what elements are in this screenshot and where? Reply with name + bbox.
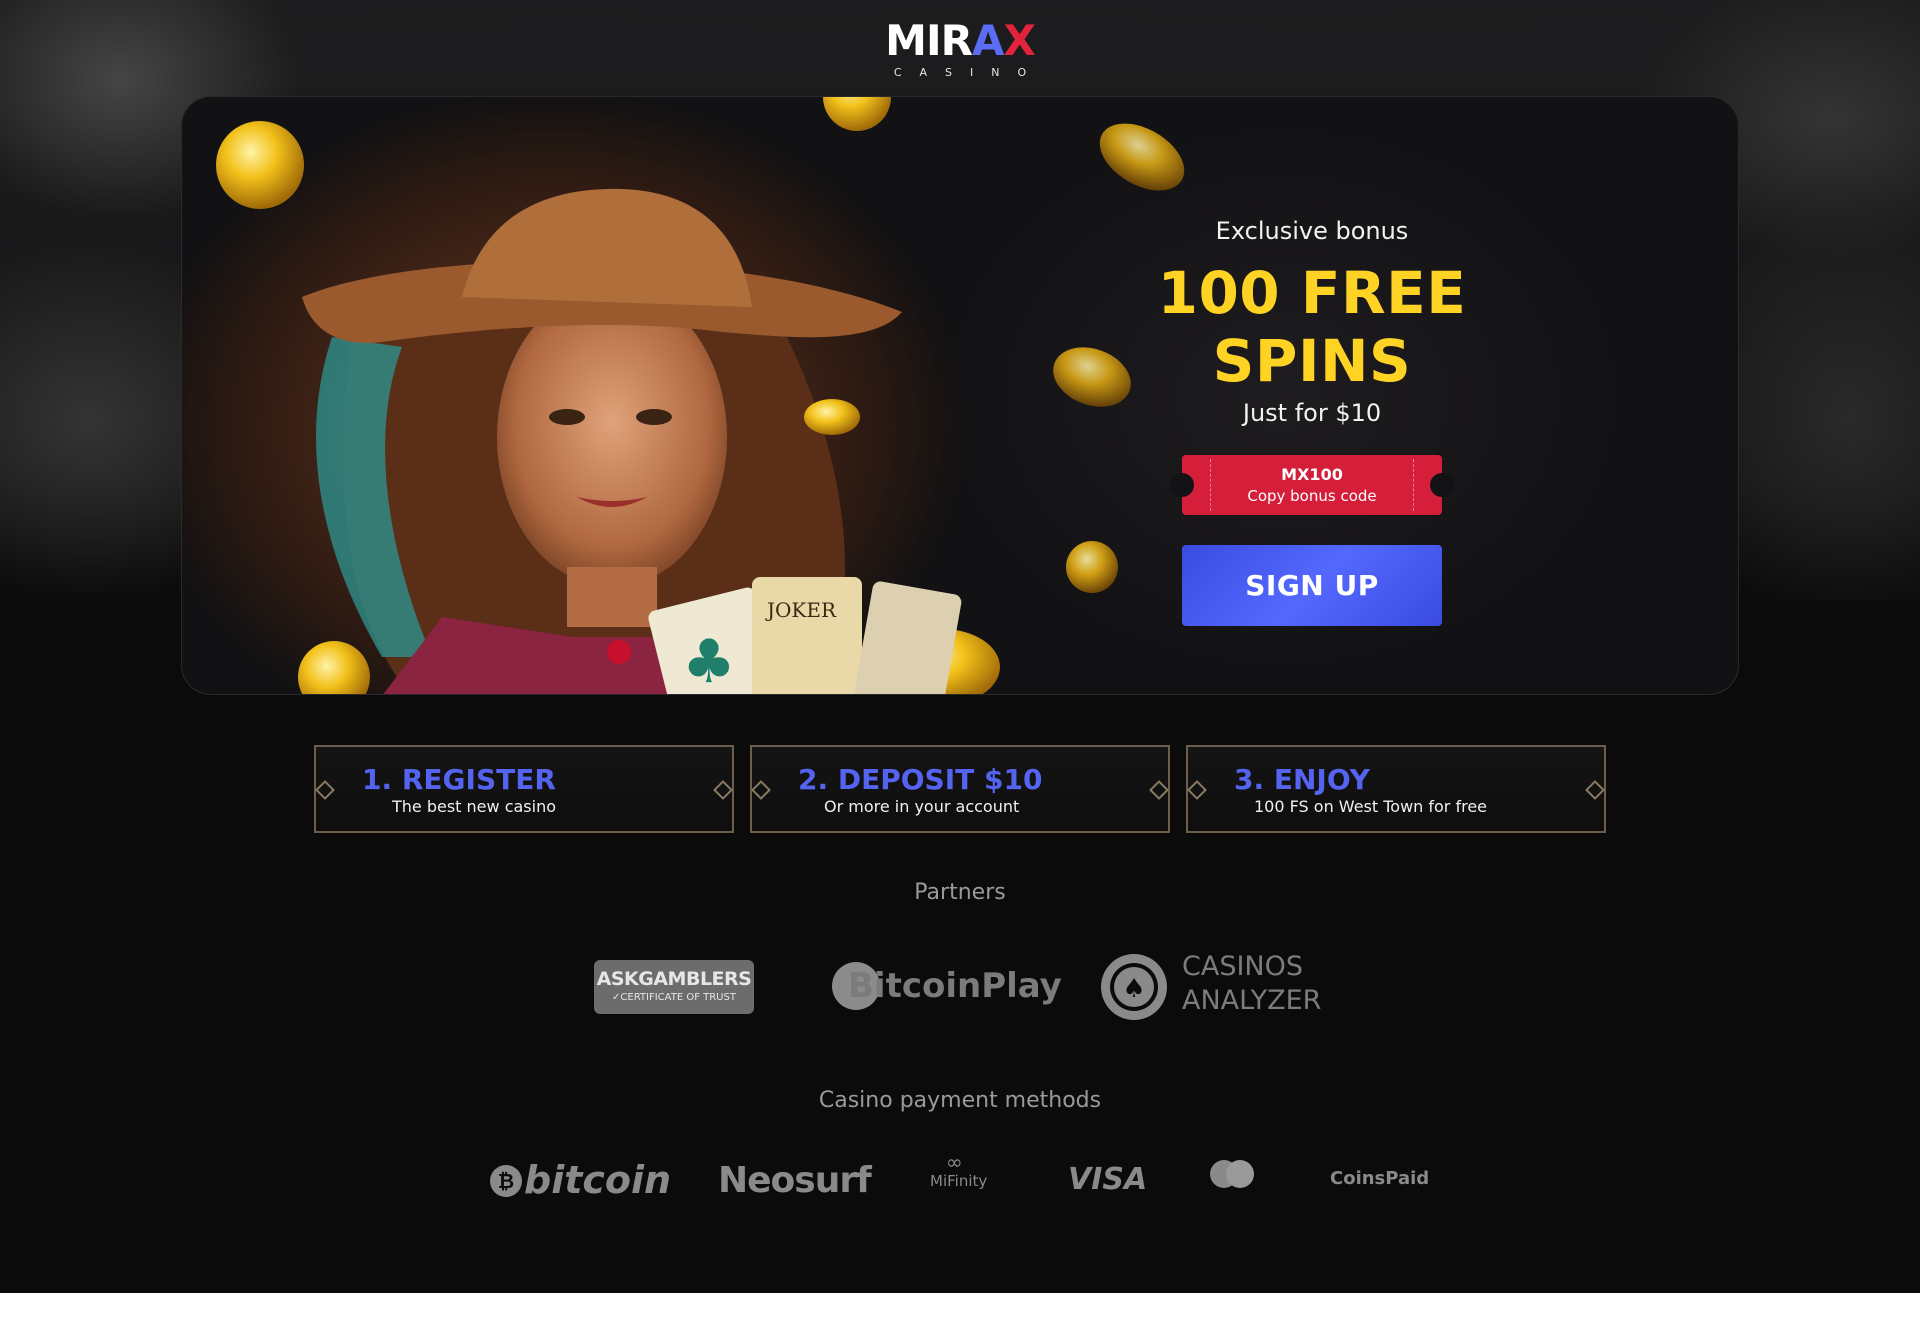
coin-2	[823, 97, 891, 131]
bitcoinplay-name: BitcoinPlay	[848, 966, 1062, 1006]
coin-1	[216, 121, 304, 209]
coin-4	[298, 641, 370, 694]
casinos-analyzer-line2: ANALYZER	[1182, 985, 1322, 1016]
logo-text-mir: MIR	[885, 16, 973, 65]
step-title: 3. ENJOY	[1234, 763, 1370, 796]
step-title: 2. DEPOSIT $10	[798, 763, 1043, 796]
coin-3	[804, 399, 860, 435]
step-register: 1. REGISTER The best new casino	[314, 745, 734, 833]
askgamblers-logo[interactable]: ASKGAMBLERS ✓CERTIFICATE OF TRUST	[594, 960, 754, 1014]
offer-panel: Exclusive bonus 100 FREE SPINS Just for …	[1062, 217, 1562, 626]
askgamblers-subtitle: ✓CERTIFICATE OF TRUST	[612, 992, 736, 1003]
mifinity-logo: MiFinity	[930, 1172, 988, 1190]
payment-methods-heading: Casino payment methods	[818, 1088, 1102, 1113]
payment-logos: ₿ bitcoin Neosurf ∞ MiFinity VISA CoinsPa…	[0, 1150, 1920, 1210]
partners-heading: Partners	[914, 880, 1006, 905]
logo[interactable]: MIRAX CASINO	[0, 16, 1920, 80]
step-description: The best new casino	[392, 797, 557, 816]
offer-kicker: Exclusive bonus	[1215, 217, 1409, 245]
neosurf-logo: Neosurf	[718, 1160, 872, 1201]
logo-text-x: X	[1003, 16, 1035, 65]
poker-chip-icon[interactable]: ♠	[1099, 952, 1169, 1022]
logo-text-a: A	[971, 16, 1005, 65]
casinos-analyzer-logo[interactable]: CASINOS ANALYZER	[1182, 950, 1321, 1018]
bonus-code-inner: MX100 Copy bonus code	[1210, 459, 1414, 511]
askgamblers-name: ASKGAMBLERS	[596, 968, 752, 990]
bitcoin-logo: ₿ bitcoin	[490, 1158, 671, 1202]
step-description: 100 FS on West Town for free	[1254, 797, 1488, 816]
visa-logo: VISA	[1068, 1162, 1148, 1197]
card-back	[852, 581, 962, 694]
page-bottom-strip	[0, 1293, 1920, 1322]
neck-shape	[567, 567, 657, 627]
eye-right	[636, 409, 672, 425]
coinspaid-logo: CoinsPaid	[1330, 1168, 1430, 1189]
steps-row: 1. REGISTER The best new casino 2. DEPOS…	[314, 745, 1606, 833]
offer-title: 100 FREE SPINS	[1157, 259, 1467, 395]
copy-bonus-code-label: Copy bonus code	[1247, 487, 1377, 505]
landing-page: MIRAX CASINO ♣ JOKER Exclusive bonus 100…	[0, 0, 1920, 1293]
sign-up-button[interactable]: SIGN UP	[1182, 545, 1442, 626]
bitcoin-name: bitcoin	[524, 1158, 672, 1202]
hero-banner: ♣ JOKER Exclusive bonus 100 FREE SPINS J…	[181, 96, 1739, 695]
eye-left	[549, 409, 585, 425]
bonus-code-ticket[interactable]: MX100 Copy bonus code	[1170, 455, 1454, 515]
logo-wordmark: MIRAX	[885, 16, 1036, 65]
offer-price: Just for $10	[1242, 399, 1382, 427]
hero-illustration: ♣ JOKER	[216, 97, 1000, 695]
face-shape	[497, 287, 727, 587]
partners-logos: ASKGAMBLERS ✓CERTIFICATE OF TRUST Bitcoi…	[0, 950, 1920, 1020]
svg-text:♠: ♠	[1122, 974, 1145, 1004]
step-description: Or more in your account	[824, 797, 1020, 816]
floating-coin-1	[1099, 123, 1185, 191]
card-joker-label: JOKER	[765, 598, 837, 622]
logo-subtitle: CASINO	[893, 66, 1045, 79]
bitcoin-icon: ₿	[490, 1165, 522, 1197]
bonus-code-value: MX100	[1281, 465, 1343, 484]
mastercard-circle-right-icon	[1226, 1160, 1254, 1188]
casinos-analyzer-line1: CASINOS	[1182, 951, 1304, 982]
mastercard-logo	[1210, 1160, 1254, 1190]
step-deposit: 2. DEPOSIT $10 Or more in your account	[750, 745, 1170, 833]
step-enjoy: 3. ENJOY 100 FS on West Town for free	[1186, 745, 1606, 833]
hat-crown	[462, 188, 752, 307]
card-joker	[752, 577, 862, 694]
card-club-suit: ♣	[682, 627, 736, 695]
step-title: 1. REGISTER	[362, 763, 556, 796]
necklace-gem	[607, 640, 631, 664]
mifinity-infinity-icon: ∞	[946, 1150, 963, 1174]
